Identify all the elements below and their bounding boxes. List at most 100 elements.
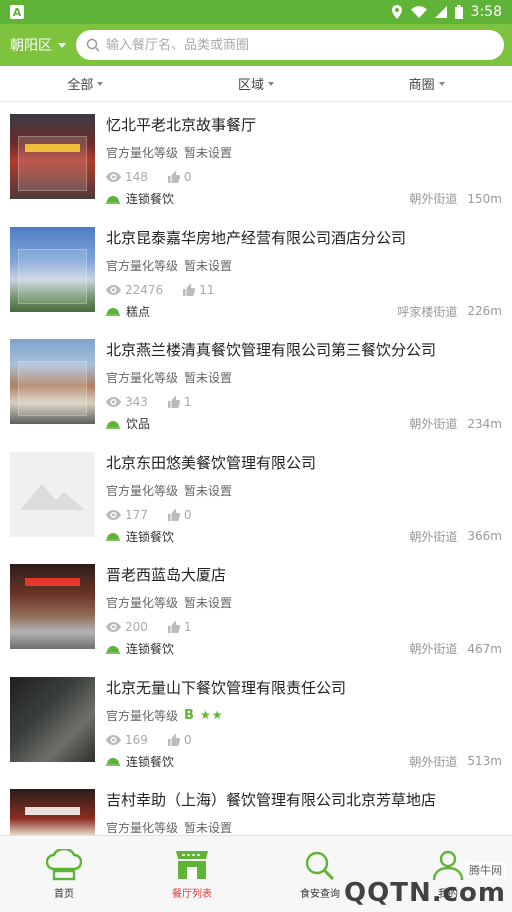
filter-business-district[interactable]: 商圈: [341, 66, 512, 101]
tab-home[interactable]: 首页: [0, 836, 128, 912]
filter-area[interactable]: 区域: [171, 66, 342, 101]
view-count: 22476: [125, 282, 164, 297]
cloche-icon: [106, 420, 120, 429]
list-item[interactable]: 北京燕兰楼清真餐饮管理有限公司第三餐饮分公司 官方量化等级 暂未设置 343 1…: [0, 327, 512, 440]
stats-row: 200 1: [106, 620, 502, 634]
watermark-main: QQTN.com: [344, 878, 506, 908]
grade-label: 官方量化等级: [106, 483, 179, 498]
restaurant-thumbnail: [10, 564, 95, 649]
filter-area-label: 区域: [238, 78, 265, 93]
status-time: 3:58: [470, 4, 502, 20]
restaurant-category: 连锁餐饮: [126, 754, 175, 769]
list-item[interactable]: 北京东田悠美餐饮管理有限公司 官方量化等级 暂未设置 177 0 连锁餐饮 朝外…: [0, 440, 512, 553]
watermark-top: 腾牛网: [465, 862, 506, 878]
cloche-icon: [106, 758, 120, 766]
restaurant-thumbnail: [10, 226, 95, 312]
cloche-icon: [106, 308, 120, 316]
watermark-logo: 腾牛网 QQTN.com: [344, 862, 506, 908]
like-count: 0: [183, 507, 192, 522]
filter-business-district-label: 商圈: [408, 78, 435, 93]
placeholder-image-icon: [10, 451, 95, 537]
chevron-down-icon: [58, 42, 66, 48]
restaurant-thumbnail: [10, 339, 95, 424]
status-left: A: [10, 5, 24, 19]
view-count: 343: [125, 395, 148, 409]
grade-value: 暂未设置: [184, 146, 233, 160]
stats-row: 22476 11: [106, 283, 502, 297]
restaurant-category: 糕点: [126, 304, 151, 319]
restaurant-name: 忆北平老北京故事餐厅: [106, 116, 257, 134]
restaurant-thumbnail: [10, 789, 95, 835]
thumbs-up-icon: [183, 283, 196, 296]
grade-row: 官方量化等级 暂未设置: [106, 594, 502, 611]
grade-row: 官方量化等级 暂未设置: [106, 819, 502, 835]
eye-icon: [106, 284, 121, 295]
eye-icon: [106, 509, 121, 520]
restaurant-street: 朝外街道: [409, 642, 458, 656]
search-icon: [86, 38, 100, 52]
restaurant-distance: 150m: [467, 191, 502, 206]
restaurant-category: 连锁餐饮: [126, 192, 175, 206]
signal-icon: [434, 6, 447, 18]
grade-row: 官方量化等级 暂未设置: [106, 144, 502, 161]
list-item[interactable]: 北京无量山下餐饮管理有限责任公司 官方量化等级 B ★★ 169 0 连锁餐饮 …: [0, 665, 512, 778]
thumbs-up-icon: [167, 733, 180, 746]
cloche-icon: [106, 533, 120, 541]
search-input[interactable]: [106, 37, 494, 53]
stats-row: 177 0: [106, 508, 502, 522]
eye-icon: [106, 622, 121, 632]
tab-restaurant-list-label: 餐厅列表: [172, 888, 212, 900]
thumbs-up-icon: [167, 621, 180, 633]
list-item[interactable]: 晋老西蓝岛大厦店 官方量化等级 暂未设置 200 1 连锁餐饮 朝外街道 467…: [0, 552, 512, 665]
grade-value: 暂未设置: [184, 821, 233, 835]
tab-food-safety-search-label: 食安查询: [300, 888, 340, 900]
grade-value: 暂未设置: [184, 371, 233, 385]
wifi-icon: [410, 6, 427, 18]
status-bar: A 3:58: [0, 0, 512, 24]
grade-row: 官方量化等级 暂未设置: [106, 257, 502, 274]
restaurant-street: 朝外街道: [409, 192, 458, 206]
eye-icon: [106, 172, 121, 182]
search-box[interactable]: [76, 30, 504, 60]
caret-down-icon: [268, 81, 275, 86]
location-icon: [391, 5, 402, 19]
restaurant-name: 北京昆泰嘉华房地产经营有限公司酒店分公司: [106, 228, 407, 247]
list-item[interactable]: 忆北平老北京故事餐厅 官方量化等级 暂未设置 148 0 连锁餐饮 朝外街道 1…: [0, 102, 512, 215]
list-item[interactable]: 北京昆泰嘉华房地产经营有限公司酒店分公司 官方量化等级 暂未设置 22476 1…: [0, 215, 512, 328]
grade-value: 暂未设置: [184, 483, 233, 498]
like-count: 0: [183, 732, 192, 747]
filter-all[interactable]: 全部: [0, 66, 171, 101]
restaurant-list[interactable]: 忆北平老北京故事餐厅 官方量化等级 暂未设置 148 0 连锁餐饮 朝外街道 1…: [0, 102, 512, 835]
restaurant-distance: 234m: [467, 416, 502, 431]
grade-label: 官方量化等级: [106, 596, 179, 610]
restaurant-thumbnail: [10, 676, 95, 762]
restaurant-name: 北京无量山下餐饮管理有限责任公司: [106, 678, 347, 697]
notification-a-icon: A: [10, 5, 24, 19]
restaurant-category: 连锁餐饮: [126, 642, 175, 656]
like-count: 1: [183, 395, 192, 409]
cloche-icon: [106, 195, 120, 204]
caret-down-icon: [97, 81, 104, 86]
grade-label: 官方量化等级: [106, 146, 179, 160]
stats-row: 343 1: [106, 395, 502, 409]
restaurant-street: 朝外街道: [409, 417, 458, 431]
grade-stars-icon: ★★: [199, 708, 224, 722]
restaurant-category: 连锁餐饮: [126, 529, 175, 544]
restaurant-street: 呼家楼街道: [397, 304, 458, 319]
filter-bar: 全部 区域 商圈: [0, 66, 512, 102]
grade-value: 暂未设置: [184, 258, 233, 273]
tab-home-label: 首页: [54, 888, 74, 900]
status-right: 3:58: [391, 4, 502, 20]
tab-restaurant-list[interactable]: 餐厅列表: [128, 836, 256, 912]
like-count: 11: [199, 282, 215, 297]
list-item[interactable]: 吉村幸助（上海）餐饮管理有限公司北京芳草地店 官方量化等级 暂未设置: [0, 777, 512, 835]
grade-row: 官方量化等级 暂未设置: [106, 369, 502, 386]
category-row: 饮品 朝外街道 234m: [106, 415, 502, 432]
grade-label: 官方量化等级: [106, 258, 179, 273]
district-selector[interactable]: 朝阳区: [10, 35, 66, 55]
restaurant-thumbnail: [10, 114, 95, 199]
thumbs-up-icon: [167, 508, 180, 521]
restaurant-street: 朝外街道: [409, 754, 458, 769]
like-count: 0: [183, 170, 192, 184]
restaurant-distance: 366m: [467, 529, 502, 543]
